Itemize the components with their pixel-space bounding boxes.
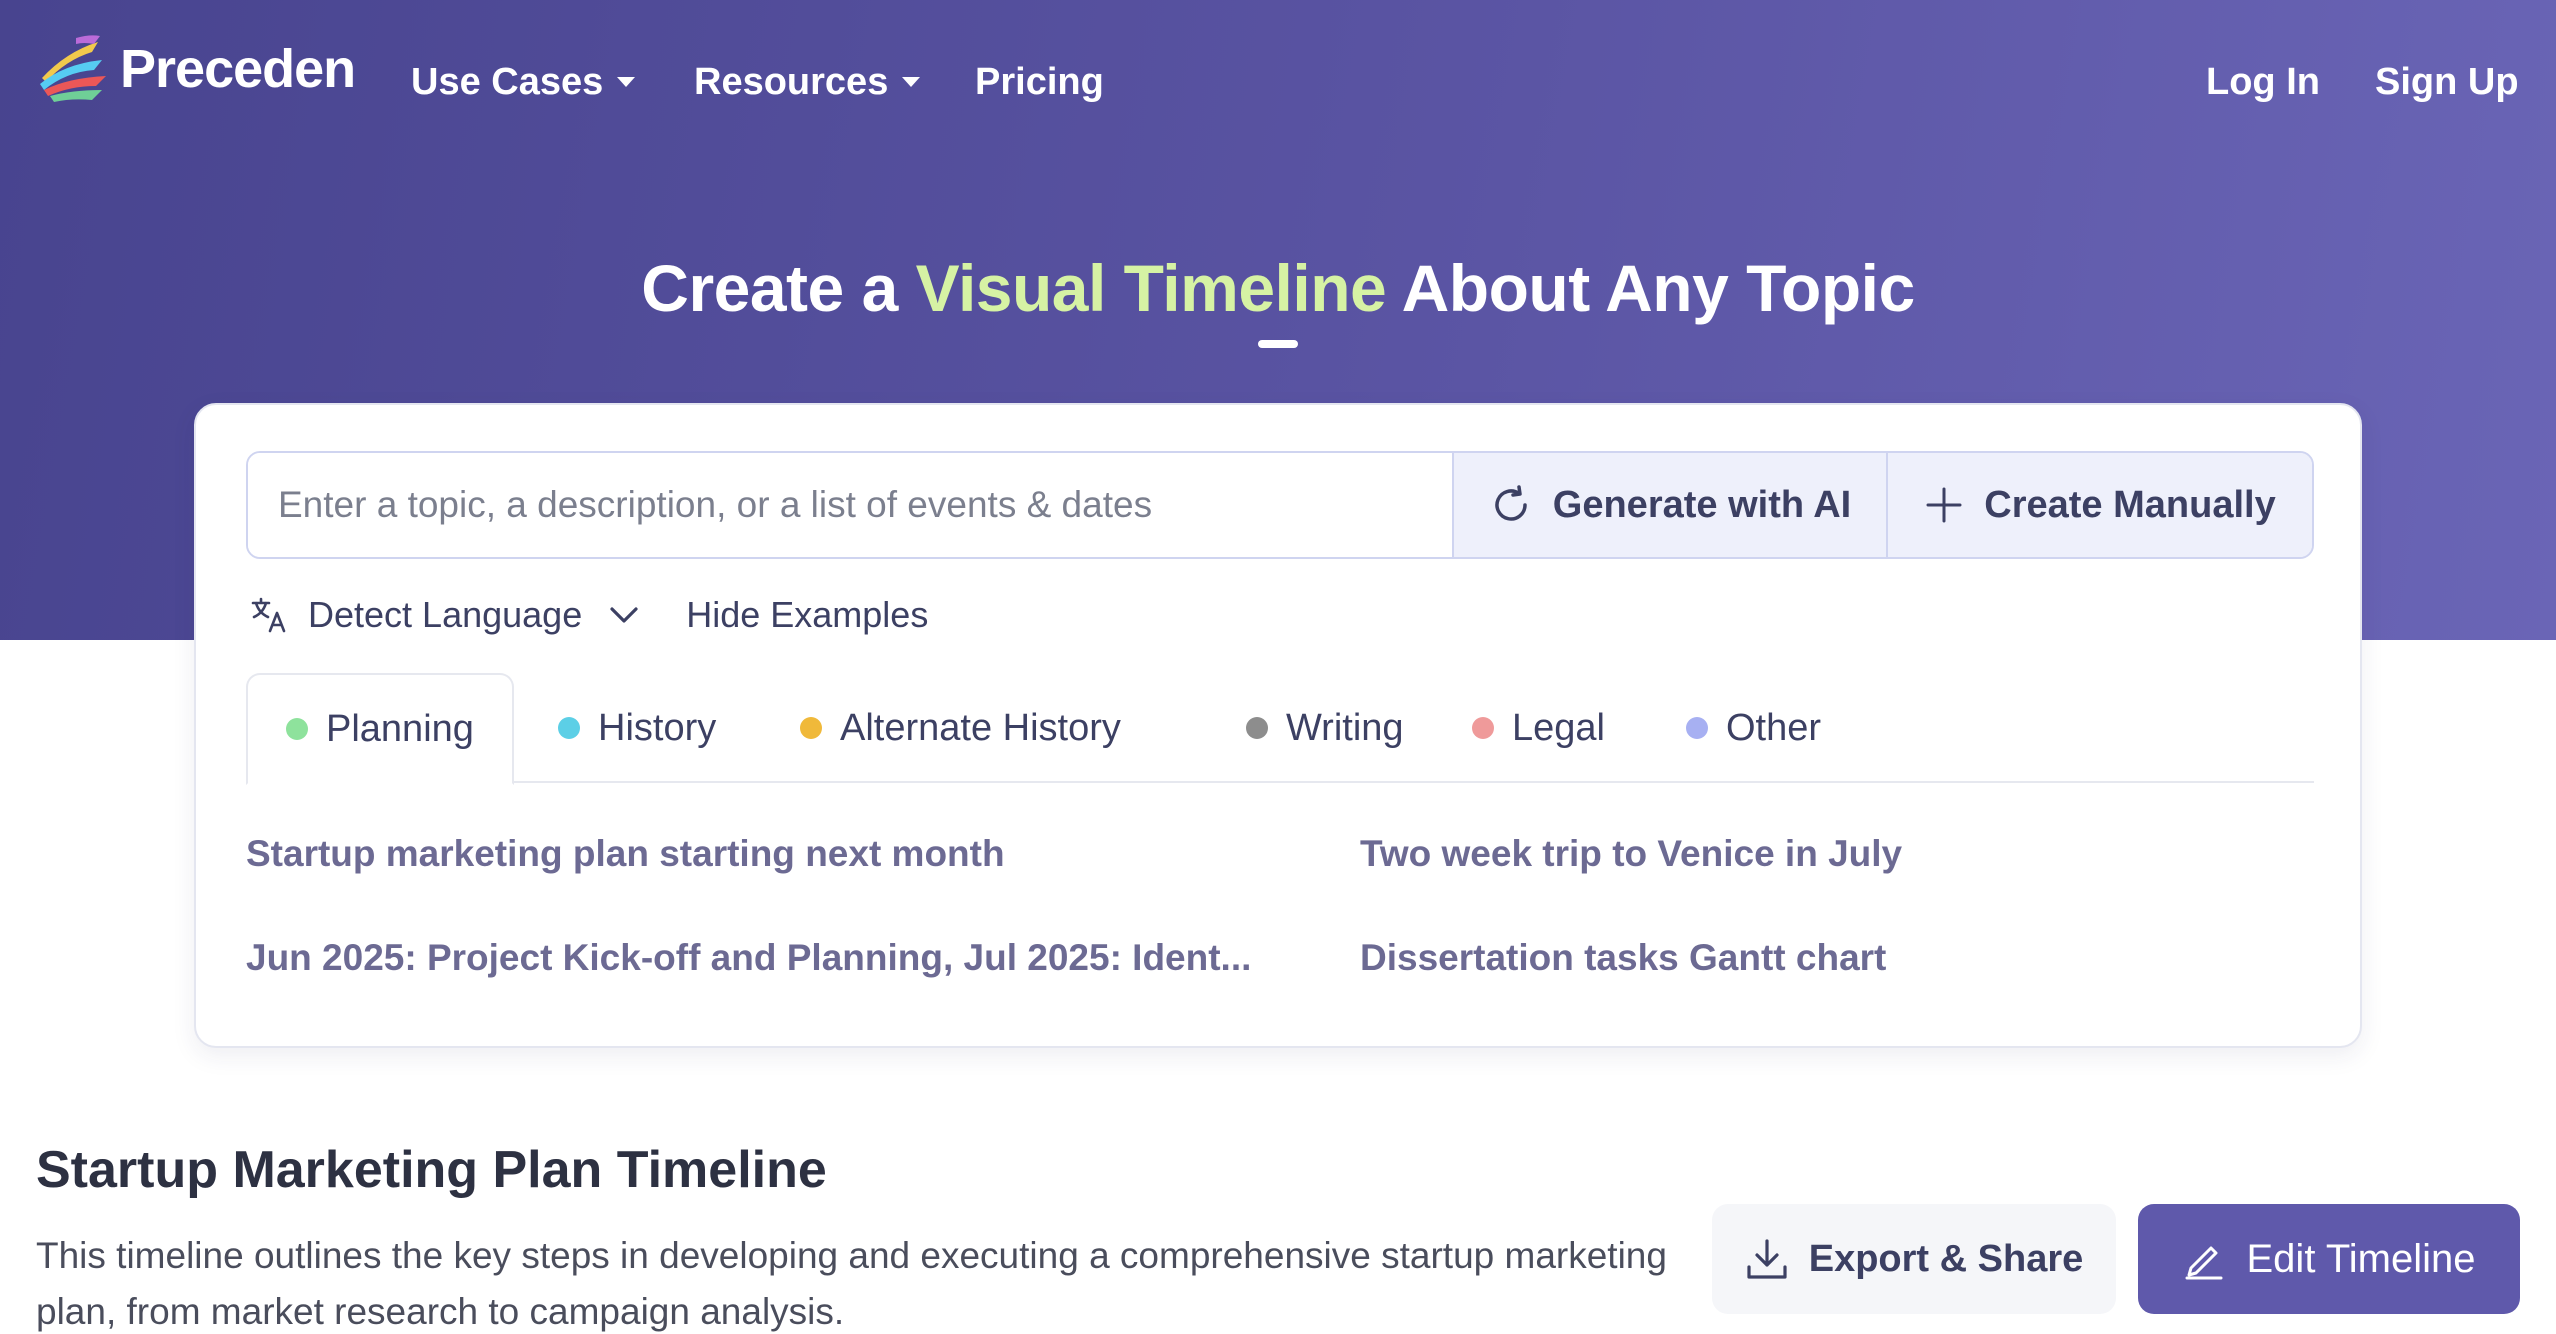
tab-label: Alternate History [840, 706, 1121, 749]
tab-label: Planning [326, 707, 474, 750]
tab-dot [1686, 717, 1708, 739]
tab-planning[interactable]: Planning [246, 673, 514, 785]
login-label: Log In [2206, 60, 2320, 103]
example-tabs: Planning History Alternate History Writi… [246, 673, 2314, 785]
headline-before: Create a [641, 251, 916, 325]
headline-highlight: Visual Timeline [915, 251, 1387, 325]
caret-down-icon [617, 77, 636, 87]
refresh-icon [1495, 485, 1527, 521]
nav-resources-label: Resources [694, 60, 889, 103]
headline-underline [1258, 340, 1298, 348]
logo-icon [40, 35, 106, 102]
tab-writing[interactable]: Writing [1246, 673, 1404, 783]
nav-use-cases[interactable]: Use Cases [411, 50, 636, 114]
login-link[interactable]: Log In [2206, 50, 2320, 114]
download-icon [1747, 1239, 1787, 1279]
tab-other[interactable]: Other [1686, 673, 1821, 783]
edit-timeline-button[interactable]: Edit Timeline [2138, 1204, 2520, 1314]
signup-link[interactable]: Sign Up [2375, 50, 2519, 114]
edit-timeline-label: Edit Timeline [2246, 1236, 2476, 1281]
create-manually-label: Create Manually [1984, 483, 2276, 526]
hide-examples-button[interactable]: Hide Examples [686, 594, 928, 636]
generate-ai-button[interactable]: Generate with AI [1452, 453, 1886, 557]
chevron-down-icon [610, 607, 638, 623]
generate-ai-label: Generate with AI [1552, 483, 1852, 526]
translate-icon [251, 597, 286, 633]
tab-label: Legal [1512, 706, 1605, 749]
example-link[interactable]: Two week trip to Venice in July [1360, 833, 2260, 875]
page-headline: Create a Visual Timeline About Any Topic [0, 250, 2556, 326]
tab-label: Other [1726, 706, 1822, 749]
example-link[interactable]: Dissertation tasks Gantt chart [1360, 937, 2260, 979]
topic-input-group: Generate with AI Create Manually [246, 451, 2314, 559]
export-share-button[interactable]: Export & Share [1712, 1204, 2116, 1314]
logo-text: Preceden [120, 39, 356, 99]
create-manually-button[interactable]: Create Manually [1886, 453, 2312, 557]
signup-label: Sign Up [2375, 60, 2519, 103]
tab-dot [1472, 717, 1494, 739]
timeline-description: This timeline outlines the key steps in … [36, 1235, 1667, 1332]
tab-label: Writing [1286, 706, 1404, 749]
pen-icon [2185, 1246, 2222, 1280]
tab-dot [286, 718, 308, 740]
top-nav: Preceden Use Cases Resources Pricing Log… [0, 0, 2556, 160]
tab-dot [558, 717, 580, 739]
nav-use-cases-label: Use Cases [411, 60, 604, 103]
export-share-label: Export & Share [1808, 1237, 2084, 1280]
plus-icon [1926, 487, 1962, 523]
caret-down-icon [902, 77, 921, 87]
headline-after: About Any Topic [1386, 251, 1916, 325]
topic-input[interactable] [248, 453, 1452, 557]
tab-label: History [598, 706, 717, 749]
nav-pricing-label: Pricing [975, 60, 1104, 103]
language-row: Detect Language Hide Examples [250, 585, 928, 645]
tab-dot [800, 717, 822, 739]
create-card: Generate with AI Create Manually Detect … [194, 403, 2362, 1048]
tab-history[interactable]: History [558, 673, 716, 783]
tab-dot [1246, 717, 1268, 739]
logo[interactable]: Preceden [36, 30, 356, 108]
example-link[interactable]: Startup marketing plan starting next mon… [246, 833, 1306, 875]
timeline-title: Startup Marketing Plan Timeline [36, 1141, 827, 1199]
example-link[interactable]: Jun 2025: Project Kick-off and Planning,… [246, 937, 1306, 979]
language-select[interactable]: Detect Language [250, 594, 640, 636]
tab-alternate-history[interactable]: Alternate History [800, 673, 1121, 783]
nav-pricing[interactable]: Pricing [975, 50, 1104, 114]
language-label: Detect Language [308, 594, 583, 635]
tab-legal[interactable]: Legal [1472, 673, 1605, 783]
nav-resources[interactable]: Resources [694, 50, 921, 114]
